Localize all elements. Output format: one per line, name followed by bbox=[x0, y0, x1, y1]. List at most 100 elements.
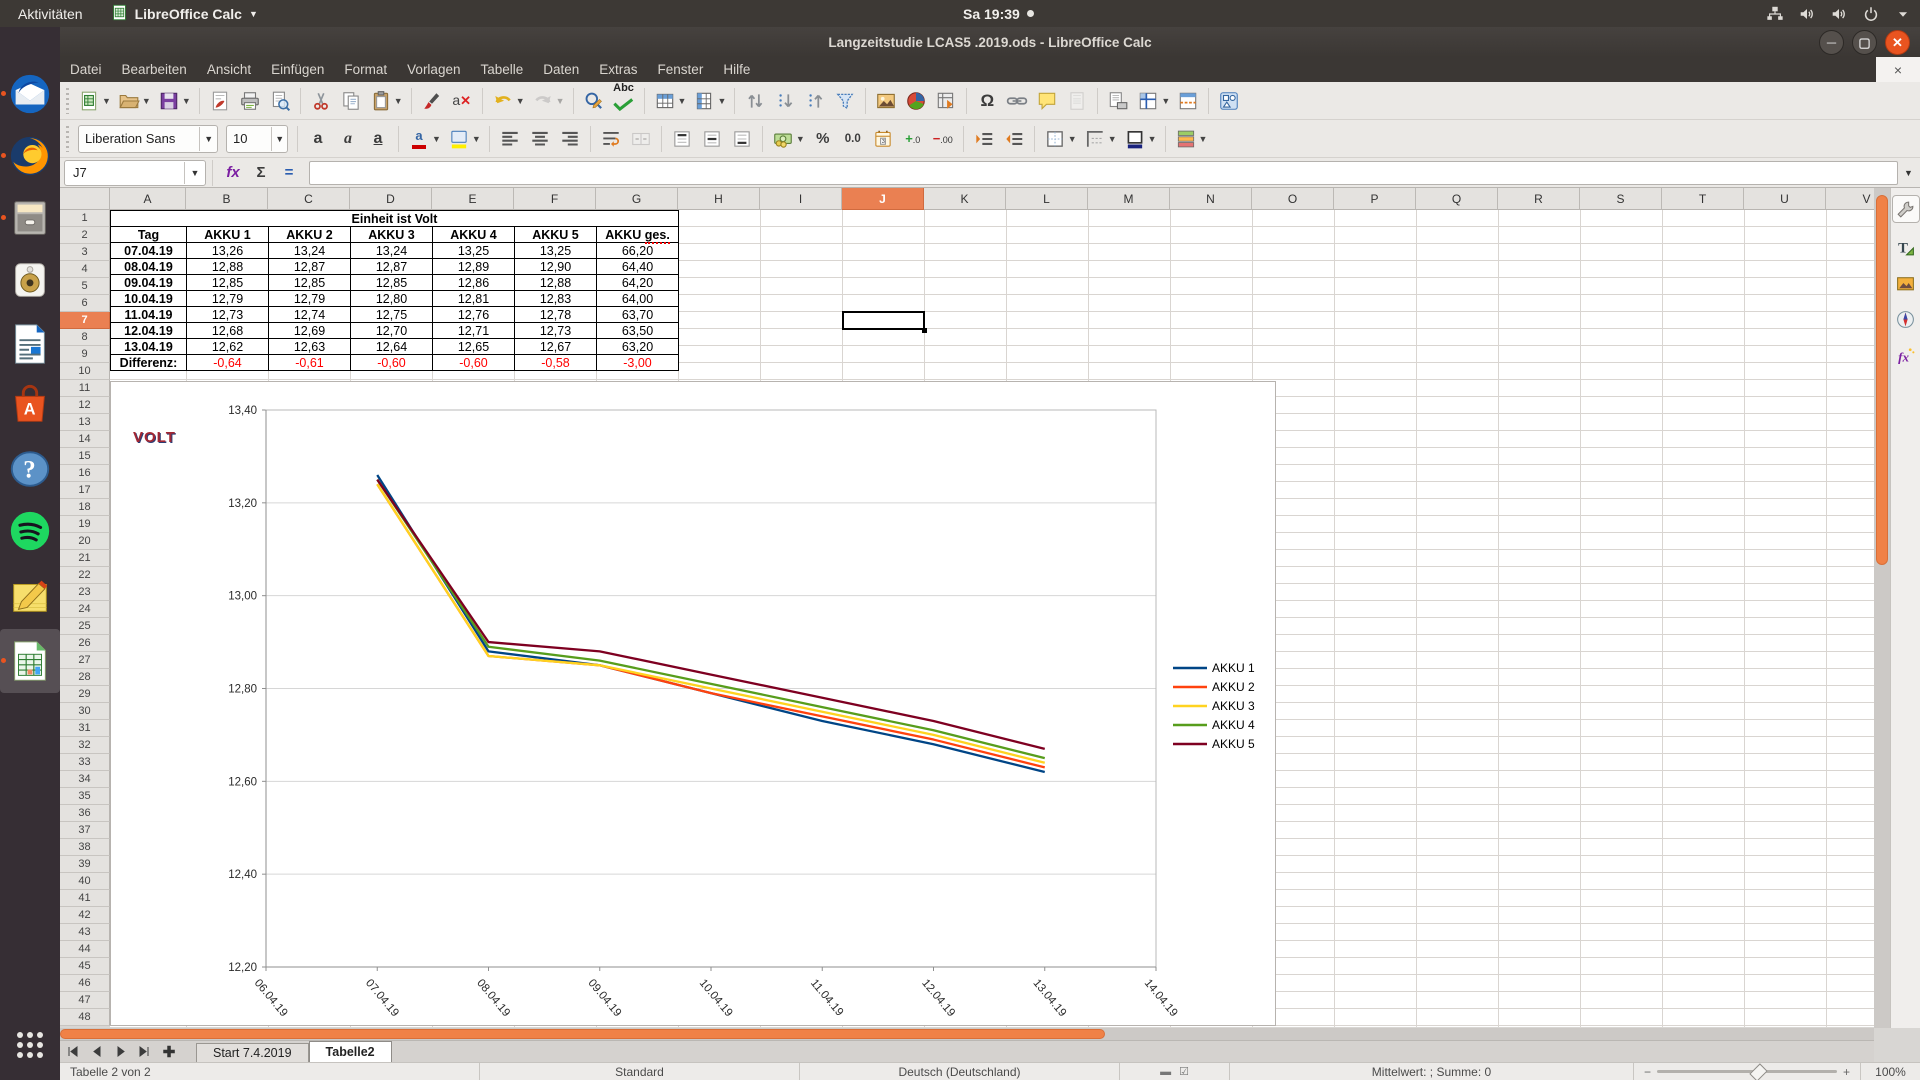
fill-handle[interactable] bbox=[922, 328, 927, 333]
table-header-cell[interactable]: AKKU 2 bbox=[269, 227, 351, 243]
find-replace-button[interactable] bbox=[580, 86, 608, 116]
row-header-37[interactable]: 37 bbox=[60, 822, 110, 839]
table-cell[interactable]: 63,70 bbox=[597, 307, 679, 323]
table-cell[interactable]: 64,00 bbox=[597, 291, 679, 307]
table-cell[interactable]: 12,73 bbox=[187, 307, 269, 323]
dropdown-arrow-icon[interactable]: ▼ bbox=[182, 96, 191, 106]
row-header-34[interactable]: 34 bbox=[60, 771, 110, 788]
row-header-48[interactable]: 48 bbox=[60, 1009, 110, 1026]
maximize-button[interactable]: ▢ bbox=[1852, 30, 1877, 55]
toolbar-grip[interactable] bbox=[64, 126, 71, 152]
name-box[interactable]: J7 ▼ bbox=[64, 160, 206, 186]
conditional-formatting-button[interactable]: ▼ bbox=[1172, 124, 1210, 154]
table-title[interactable]: Einheit ist Volt bbox=[111, 211, 679, 227]
spelling-button[interactable]: Abc bbox=[610, 86, 638, 116]
table-cell[interactable]: 12,88 bbox=[515, 275, 597, 291]
table-cell[interactable]: -0,58 bbox=[515, 355, 597, 371]
vertical-scrollbar[interactable] bbox=[1874, 188, 1890, 1028]
table-cell[interactable]: -0,64 bbox=[187, 355, 269, 371]
dropdown-arrow-icon[interactable]: ▼ bbox=[1108, 134, 1117, 144]
language-status[interactable]: Deutsch (Deutschland) bbox=[800, 1063, 1120, 1080]
sidebar-navigator-icon[interactable] bbox=[1894, 307, 1918, 331]
table-cell[interactable]: 12,76 bbox=[433, 307, 515, 323]
expand-formula-bar-button[interactable]: ▼ bbox=[1904, 168, 1920, 178]
increase-indent-button[interactable] bbox=[970, 124, 998, 154]
row-header-29[interactable]: 29 bbox=[60, 686, 110, 703]
table-cell[interactable]: 12,86 bbox=[433, 275, 515, 291]
table-cell[interactable]: 12,79 bbox=[187, 291, 269, 307]
column-header-V[interactable]: V bbox=[1826, 188, 1874, 210]
launcher-firefox-icon[interactable] bbox=[7, 133, 53, 179]
launcher-notes-icon[interactable] bbox=[7, 572, 53, 618]
font-color-button[interactable]: a ▼ bbox=[405, 124, 443, 154]
column-header-Q[interactable]: Q bbox=[1416, 188, 1498, 210]
table-cell[interactable]: 11.04.19 bbox=[111, 307, 187, 323]
column-header-L[interactable]: L bbox=[1006, 188, 1088, 210]
row-header-23[interactable]: 23 bbox=[60, 584, 110, 601]
column-header-S[interactable]: S bbox=[1580, 188, 1662, 210]
paste-button[interactable]: ▼ bbox=[367, 86, 405, 116]
split-window-button[interactable] bbox=[1174, 86, 1202, 116]
dropdown-arrow-icon[interactable]: ▼ bbox=[1161, 96, 1170, 106]
dropdown-arrow-icon[interactable]: ▼ bbox=[1068, 134, 1077, 144]
row-header-3[interactable]: 3 bbox=[60, 244, 110, 261]
row-header-47[interactable]: 47 bbox=[60, 992, 110, 1009]
table-cell[interactable]: -0,61 bbox=[269, 355, 351, 371]
horizontal-scrollbar-thumb[interactable] bbox=[60, 1029, 1105, 1039]
row-header-40[interactable]: 40 bbox=[60, 873, 110, 890]
column-header-C[interactable]: C bbox=[268, 188, 350, 210]
menu-extras[interactable]: Extras bbox=[589, 57, 647, 82]
table-cell[interactable]: 12,90 bbox=[515, 259, 597, 275]
align-left-button[interactable] bbox=[496, 124, 524, 154]
table-cell[interactable]: 12,85 bbox=[269, 275, 351, 291]
insert-chart-button[interactable] bbox=[902, 86, 930, 116]
format-currency-button[interactable]: ▼ bbox=[769, 124, 807, 154]
previous-sheet-button[interactable] bbox=[84, 1041, 108, 1062]
menu-hilfe[interactable]: Hilfe bbox=[713, 57, 760, 82]
insert-mode-indicator[interactable]: ▬☑ bbox=[1120, 1063, 1230, 1080]
table-cell[interactable]: 12,75 bbox=[351, 307, 433, 323]
decrease-indent-button[interactable] bbox=[1000, 124, 1028, 154]
menu-einfügen[interactable]: Einfügen bbox=[261, 57, 334, 82]
close-document-button[interactable]: × bbox=[1876, 57, 1920, 82]
table-cell[interactable]: 12,81 bbox=[433, 291, 515, 307]
dropdown-arrow-icon[interactable]: ▼ bbox=[1148, 134, 1157, 144]
row-header-43[interactable]: 43 bbox=[60, 924, 110, 941]
row-header-10[interactable]: 10 bbox=[60, 363, 110, 380]
row-header-2[interactable]: 2 bbox=[60, 227, 110, 244]
add-decimal-button[interactable]: +.0 bbox=[899, 124, 927, 154]
table-cell[interactable]: 13,25 bbox=[433, 243, 515, 259]
table-cell[interactable]: 12,89 bbox=[433, 259, 515, 275]
menu-ansicht[interactable]: Ansicht bbox=[197, 57, 261, 82]
row-header-18[interactable]: 18 bbox=[60, 499, 110, 516]
table-header-cell[interactable]: AKKU 5 bbox=[515, 227, 597, 243]
activities-button[interactable]: Aktivitäten bbox=[0, 6, 101, 22]
row-header-21[interactable]: 21 bbox=[60, 550, 110, 567]
column-header-H[interactable]: H bbox=[678, 188, 760, 210]
table-cell[interactable]: -0,60 bbox=[433, 355, 515, 371]
table-cell[interactable]: 12,88 bbox=[187, 259, 269, 275]
volume-low-icon[interactable] bbox=[1798, 5, 1816, 23]
minimize-button[interactable]: ─ bbox=[1819, 30, 1844, 55]
table-cell[interactable]: 64,20 bbox=[597, 275, 679, 291]
selected-cell[interactable] bbox=[842, 311, 925, 330]
sheet-tab-0[interactable]: Start 7.4.2019 bbox=[196, 1043, 309, 1062]
table-cell[interactable]: 12,65 bbox=[433, 339, 515, 355]
hyperlink-button[interactable] bbox=[1003, 86, 1031, 116]
volume-icon[interactable] bbox=[1830, 5, 1848, 23]
dropdown-arrow-icon[interactable]: ▼ bbox=[678, 96, 687, 106]
underline-button[interactable]: a bbox=[364, 124, 392, 154]
font-size-combo[interactable]: 10 ▼ bbox=[226, 125, 288, 153]
sidebar-styles-icon[interactable]: T bbox=[1894, 235, 1918, 259]
table-cell[interactable]: 12,63 bbox=[269, 339, 351, 355]
borders-button[interactable]: ▼ bbox=[1041, 124, 1079, 154]
network-icon[interactable] bbox=[1766, 5, 1784, 23]
row-header-16[interactable]: 16 bbox=[60, 465, 110, 482]
column-header-O[interactable]: O bbox=[1252, 188, 1334, 210]
add-sheet-button[interactable]: ✚ bbox=[156, 1041, 182, 1062]
chart-object[interactable]: 13,4013,2013,0012,8012,6012,4012,2006.04… bbox=[110, 381, 1276, 1026]
line-chart[interactable]: 13,4013,2013,0012,8012,6012,4012,2006.04… bbox=[111, 382, 1275, 1025]
clock[interactable]: Sa 19:39 bbox=[963, 0, 1034, 27]
first-sheet-button[interactable] bbox=[60, 1041, 84, 1062]
table-cell[interactable]: 13,24 bbox=[351, 243, 433, 259]
